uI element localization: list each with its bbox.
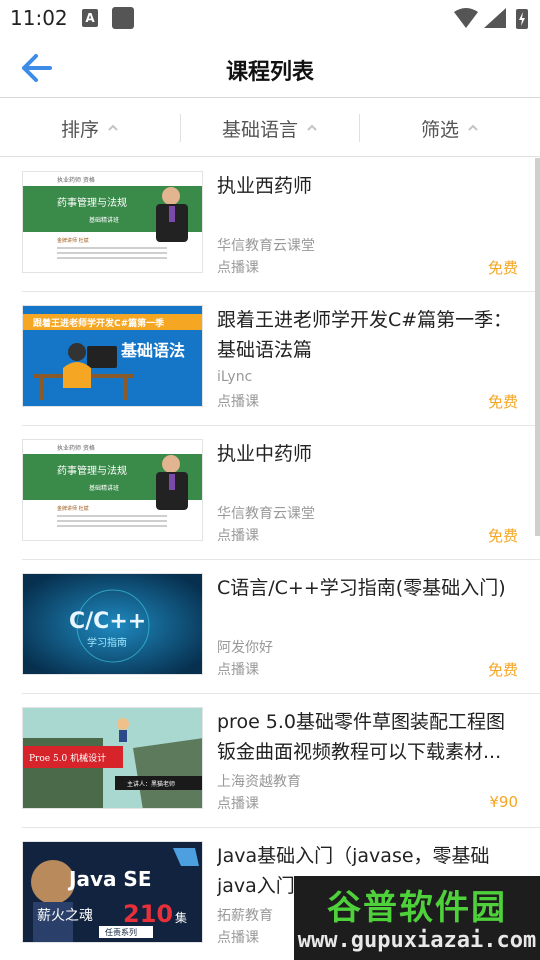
thumb-main: 基础语法 xyxy=(120,341,185,360)
course-type: 点播课 xyxy=(217,394,259,410)
course-type: 点播课 xyxy=(217,930,259,946)
thumb-foot: 金牌讲师 杜斌 xyxy=(57,505,89,512)
course-item[interactable]: Proe 5.0 机械设计 主讲人：黑猫老师 proe 5.0基础零件草图装配工… xyxy=(0,694,540,828)
course-price: ¥90 xyxy=(489,793,518,811)
screen-filter[interactable]: 筛选 xyxy=(360,99,540,157)
status-time: 11:02 xyxy=(10,6,68,30)
thumb-speaker: 主讲人：黑猫老师 xyxy=(127,780,175,788)
notification-square-icon xyxy=(112,7,134,29)
course-price: 免费 xyxy=(487,661,518,679)
course-title: C语言/C++学习指南(零基础入门) xyxy=(217,577,506,599)
thumb-banner: 药事管理与法规 xyxy=(57,464,127,477)
course-item[interactable]: 执业药师 资格 药事管理与法规 基础精讲班 金牌讲师 杜斌 执业西药师 华信教育… xyxy=(0,158,540,292)
app-header: 课程列表 xyxy=(0,38,540,98)
course-thumbnail: 执业药师 资格 药事管理与法规 基础精讲班 金牌讲师 杜斌 xyxy=(22,439,203,541)
course-type: 点播课 xyxy=(217,662,259,678)
category-filter-label: 基础语言 xyxy=(221,118,298,141)
course-title: 执业西药师 xyxy=(217,175,313,197)
course-thumbnail: 跟着王进老师学开发C#篇第一季 基础语法 xyxy=(22,305,203,407)
thumb-top: 跟着王进老师学开发C#篇第一季 xyxy=(33,317,165,329)
watermark-text: 谷普软件园 xyxy=(327,888,507,928)
thumb-num: 210 xyxy=(123,900,173,928)
course-org: 华信教育云课堂 xyxy=(217,238,315,254)
category-filter[interactable]: 基础语言 xyxy=(180,99,360,157)
course-org: 华信教育云课堂 xyxy=(217,506,315,522)
course-item[interactable]: 执业药师 资格 药事管理与法规 基础精讲班 金牌讲师 杜斌 执业中药师 华信教育… xyxy=(0,426,540,560)
screen-filter-label: 筛选 xyxy=(420,118,459,141)
status-bar: 11:02 A xyxy=(0,0,540,38)
sort-filter[interactable]: 排序 xyxy=(0,99,180,157)
course-price: 免费 xyxy=(487,393,518,411)
course-title: proe 5.0基础零件草图装配工程图钣金曲面视频教程可以下载素材... xyxy=(217,711,506,763)
thumb-main: Java SE xyxy=(67,867,152,891)
thumb-top: 执业药师 资格 xyxy=(57,176,95,184)
course-list[interactable]: 执业药师 资格 药事管理与法规 基础精讲班 金牌讲师 杜斌 执业西药师 华信教育… xyxy=(0,158,540,960)
system-status-icons xyxy=(454,8,528,29)
site-watermark: 谷普软件园 www.gupuxiazai.com xyxy=(294,876,540,960)
course-thumbnail: 执业药师 资格 药事管理与法规 基础精讲班 金牌讲师 杜斌 xyxy=(22,171,203,273)
course-org: iLync xyxy=(217,369,253,385)
thumb-sub: 薪火之魂 xyxy=(37,908,93,924)
chevron-up-icon xyxy=(108,124,118,131)
thumb-banner: 药事管理与法规 xyxy=(57,196,127,209)
course-thumbnail: C/C++ 学习指南 xyxy=(22,573,203,675)
thumb-sub: 基础精讲班 xyxy=(89,216,119,224)
page-title: 课程列表 xyxy=(225,60,314,85)
watermark-url: www.gupuxiazai.com xyxy=(297,928,537,953)
thumb-label: Proe 5.0 机械设计 xyxy=(29,752,106,764)
course-title: 执业中药师 xyxy=(217,443,313,465)
chevron-up-icon xyxy=(468,124,478,131)
list-scrollbar[interactable] xyxy=(535,158,540,536)
thumb-sub: 学习指南 xyxy=(87,636,127,649)
thumb-top: 执业药师 资格 xyxy=(57,444,95,452)
filter-bar: 排序 基础语言 筛选 xyxy=(0,99,540,157)
course-thumbnail: Java SE 薪火之魂 210 集 任责系列 xyxy=(22,841,203,943)
chevron-up-icon xyxy=(307,124,317,131)
thumb-unit: 集 xyxy=(175,910,187,925)
course-item[interactable]: C/C++ 学习指南 C语言/C++学习指南(零基础入门) 阿发你好 点播课 免… xyxy=(0,560,540,694)
sort-filter-label: 排序 xyxy=(60,118,99,141)
course-thumbnail: Proe 5.0 机械设计 主讲人：黑猫老师 xyxy=(22,707,203,809)
keyboard-notification-icon: A xyxy=(82,9,98,27)
course-org: 拓薪教育 xyxy=(217,908,273,924)
course-org: 上海资越教育 xyxy=(217,774,301,790)
course-price: 免费 xyxy=(487,259,518,277)
course-type: 点播课 xyxy=(217,796,259,812)
course-type: 点播课 xyxy=(217,528,259,544)
thumb-foot: 金牌讲师 杜斌 xyxy=(57,237,89,244)
wifi-icon xyxy=(454,8,478,28)
signal-icon xyxy=(484,8,506,28)
thumb-tag: 任责系列 xyxy=(105,927,137,937)
course-title: 跟着王进老师学开发C#篇第一季：基础语法篇 xyxy=(217,309,513,361)
course-item[interactable]: 跟着王进老师学开发C#篇第一季 基础语法 跟着王进老师学开发C#篇第一季：基础语… xyxy=(0,292,540,426)
course-org: 阿发你好 xyxy=(217,640,273,656)
thumb-sub: 基础精讲班 xyxy=(89,484,119,492)
thumb-main: C/C++ xyxy=(69,609,146,634)
course-price: 免费 xyxy=(487,527,518,545)
course-type: 点播课 xyxy=(217,260,259,276)
